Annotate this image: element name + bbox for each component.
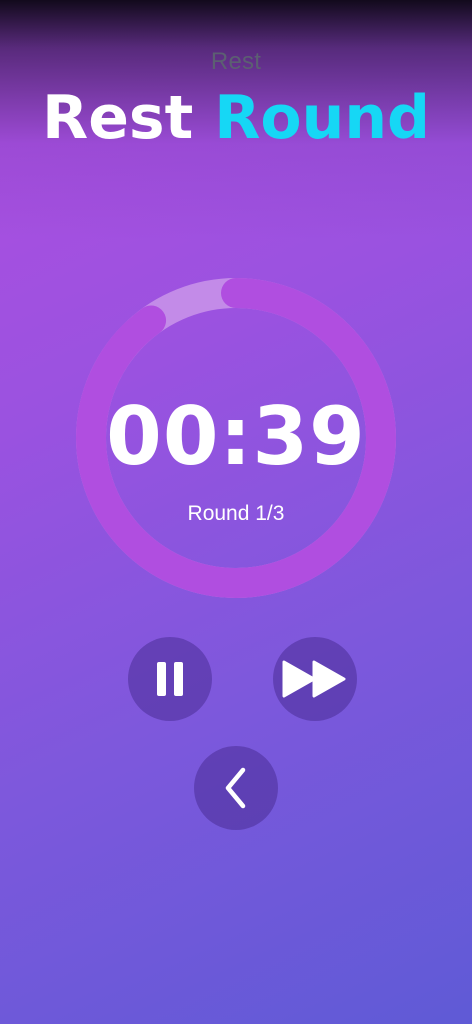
pause-button[interactable] <box>128 637 212 721</box>
title-word-round: Round <box>214 83 430 153</box>
timer-ring: 00:39 Round 1/3 <box>76 278 396 598</box>
timer-display: 00:39 <box>106 390 366 483</box>
title-word-rest: Rest <box>42 83 194 153</box>
fast-forward-icon <box>282 660 346 698</box>
back-button[interactable] <box>194 746 278 830</box>
page-title: Rest Round <box>0 84 472 152</box>
skip-button[interactable] <box>273 637 357 721</box>
chevron-left-icon <box>225 767 246 809</box>
pause-icon <box>157 662 183 696</box>
status-label: Rest <box>210 48 262 75</box>
round-counter: Round 1/3 <box>187 502 285 525</box>
